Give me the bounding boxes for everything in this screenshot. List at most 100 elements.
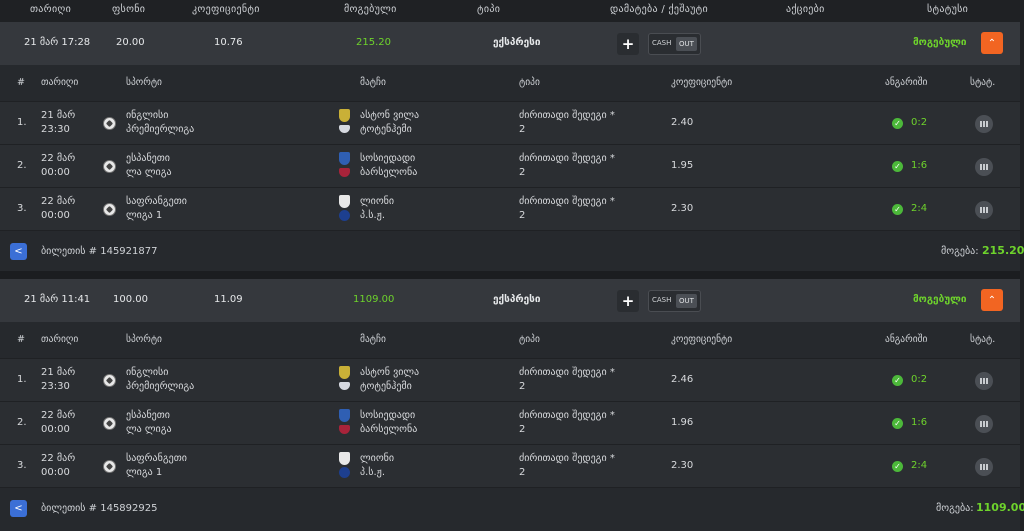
- row-coefficient: 2.30: [671, 203, 694, 214]
- row-date: 22 მარ: [41, 196, 76, 207]
- check-icon: ✓: [892, 461, 903, 472]
- home-team: ლიონი: [360, 453, 395, 464]
- col-coefficient: კოეფიციენტი: [671, 334, 733, 345]
- away-team: ტოტენჰემი: [360, 381, 412, 392]
- row-score: 0:2: [911, 374, 928, 385]
- check-icon: ✓: [892, 375, 903, 386]
- table-row: 2. 22 მარ 00:00 ესპანეთი ლა ლიგა სოსიედა…: [0, 144, 1020, 187]
- row-country: საფრანგეთი: [126, 196, 187, 207]
- football-icon: [103, 417, 116, 430]
- row-date: 21 მარ: [41, 110, 76, 121]
- row-num: 1.: [17, 374, 27, 385]
- header-winning: მოგებული: [344, 4, 397, 15]
- ticket-winning: 1109.00: [353, 294, 395, 305]
- share-button[interactable]: <: [10, 500, 27, 517]
- stats-icon[interactable]: [975, 415, 993, 433]
- row-date: 22 მარ: [41, 453, 76, 464]
- col-stat: სტატ.: [970, 77, 996, 88]
- stats-icon[interactable]: [975, 158, 993, 176]
- row-time: 23:30: [41, 381, 70, 392]
- football-icon: [103, 160, 116, 173]
- row-num: 2.: [17, 160, 27, 171]
- market-outcome: 2: [519, 424, 526, 435]
- market-outcome: 2: [519, 467, 526, 478]
- stats-icon[interactable]: [975, 458, 993, 476]
- row-num: 3.: [17, 203, 27, 214]
- plus-icon: +: [621, 292, 635, 310]
- home-team-crest-icon: [339, 452, 350, 465]
- add-bet-button[interactable]: +: [617, 33, 639, 55]
- market-outcome: 2: [519, 124, 526, 135]
- chevron-up-icon: ⌃: [987, 295, 997, 306]
- stats-icon[interactable]: [975, 115, 993, 133]
- cashout-button[interactable]: CASH OUT: [648, 33, 701, 55]
- row-coefficient: 2.46: [671, 374, 694, 385]
- col-match: მატჩი: [360, 334, 386, 345]
- home-team-crest-icon: [339, 366, 350, 379]
- stats-icon[interactable]: [975, 201, 993, 219]
- cashout-out-label: OUT: [676, 37, 697, 51]
- row-league: ლიგა 1: [126, 210, 163, 221]
- market-type: ძირითადი შედეგი *: [519, 410, 615, 421]
- col-sport: სპორტი: [126, 77, 162, 88]
- row-time: 23:30: [41, 124, 70, 135]
- col-type: ტიპი: [519, 334, 540, 345]
- ticket-card: 21 მარ 17:28 20.00 10.76 215.20 ექსპრესი…: [0, 22, 1024, 272]
- stats-icon[interactable]: [975, 372, 993, 390]
- home-team: ასტონ ვილა: [360, 367, 420, 378]
- market-type: ძირითადი შედეგი *: [519, 453, 615, 464]
- home-team: სოსიედადი: [360, 153, 416, 164]
- away-team: პ.ს.ჟ.: [360, 467, 386, 478]
- table-row: 1. 21 მარ 23:30 ინგლისი პრემიერლიგა ასტო…: [0, 358, 1020, 401]
- away-team: ბარსელონა: [360, 167, 418, 178]
- row-score: 2:4: [911, 460, 928, 471]
- col-date: თარიღი: [41, 334, 79, 345]
- win-label: მოგება:: [941, 246, 979, 257]
- row-country: საფრანგეთი: [126, 453, 187, 464]
- add-bet-button[interactable]: +: [617, 290, 639, 312]
- ticket-summary[interactable]: 21 მარ 17:28 20.00 10.76 215.20 ექსპრესი…: [0, 22, 1020, 65]
- home-team-crest-icon: [339, 109, 350, 122]
- ticket-summary[interactable]: 21 მარ 11:41 100.00 11.09 1109.00 ექსპრე…: [0, 279, 1020, 322]
- row-date: 22 მარ: [41, 410, 76, 421]
- collapse-toggle-button[interactable]: ⌃: [981, 32, 1003, 54]
- market-outcome: 2: [519, 167, 526, 178]
- ticket-date: 21 მარ 17:28: [24, 37, 91, 48]
- row-time: 00:00: [41, 210, 70, 221]
- win-amount: 215.20: [982, 244, 1024, 257]
- col-num: #: [17, 334, 25, 345]
- cashout-button[interactable]: CASH OUT: [648, 290, 701, 312]
- row-score: 2:4: [911, 203, 928, 214]
- row-league: პრემიერლიგა: [126, 124, 195, 135]
- market-outcome: 2: [519, 381, 526, 392]
- market-type: ძირითადი შედეგი *: [519, 196, 615, 207]
- ticket-type: ექსპრესი: [493, 37, 541, 48]
- ticket-status: მოგებული: [913, 294, 967, 305]
- header-type: ტიპი: [477, 4, 501, 15]
- col-result: ანგარიში: [885, 334, 928, 345]
- bets-table-header: თარიღი ფსონი კოეფიციენტი მოგებული ტიპი დ…: [0, 0, 1020, 22]
- table-row: 2. 22 მარ 00:00 ესპანეთი ლა ლიგა სოსიედა…: [0, 401, 1020, 444]
- table-row: 1. 21 მარ 23:30 ინგლისი პრემიერლიგა ასტო…: [0, 101, 1020, 144]
- ticket-id: ბილეთის # 145892925: [41, 503, 158, 514]
- away-team-crest-icon: [339, 210, 350, 221]
- row-score: 0:2: [911, 117, 928, 128]
- header-coefficient: კოეფიციენტი: [192, 4, 260, 15]
- win-amount: 1109.00: [976, 501, 1024, 514]
- share-button[interactable]: <: [10, 243, 27, 260]
- check-icon: ✓: [892, 161, 903, 172]
- away-team-crest-icon: [339, 125, 350, 133]
- row-country: ინგლისი: [126, 110, 169, 121]
- selection-columns-header: # თარიღი სპორტი მატჩი ტიპი კოეფიციენტი ა…: [0, 65, 1020, 101]
- collapse-toggle-button[interactable]: ⌃: [981, 289, 1003, 311]
- share-icon: <: [14, 503, 23, 514]
- ticket-separator: [0, 271, 1020, 279]
- row-num: 3.: [17, 460, 27, 471]
- row-date: 21 მარ: [41, 367, 76, 378]
- row-league: ლა ლიგა: [126, 424, 172, 435]
- away-team-crest-icon: [339, 425, 350, 434]
- col-type: ტიპი: [519, 77, 540, 88]
- ticket-stake: 20.00: [116, 37, 145, 48]
- col-match: მატჩი: [360, 77, 386, 88]
- row-coefficient: 2.40: [671, 117, 694, 128]
